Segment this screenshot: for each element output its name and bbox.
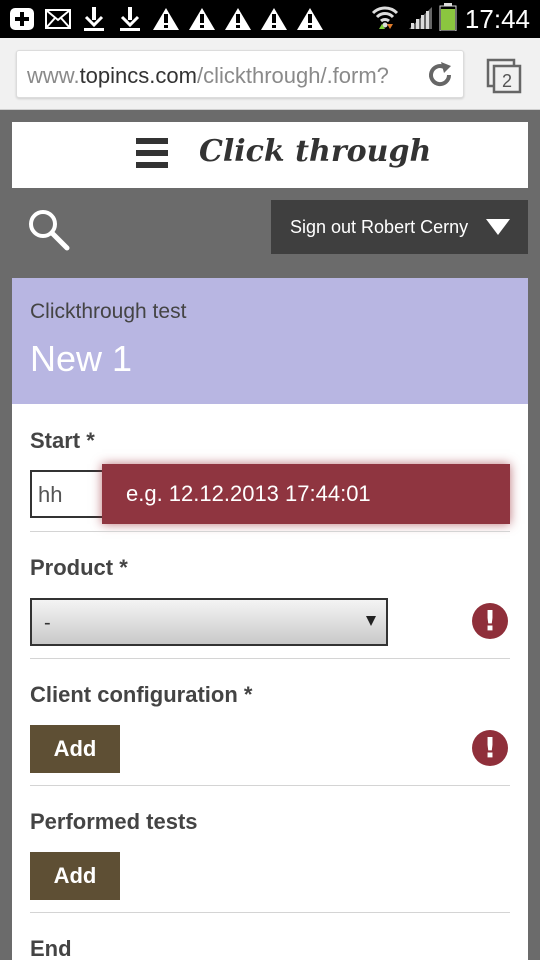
download-icon bbox=[80, 6, 108, 32]
divider bbox=[30, 658, 510, 659]
search-icon[interactable] bbox=[26, 207, 70, 251]
status-bar: 17:44 bbox=[0, 0, 540, 38]
app-header: Click through bbox=[12, 122, 528, 188]
notification-icons bbox=[8, 6, 332, 32]
add-box-icon bbox=[8, 6, 36, 32]
product-value: - bbox=[44, 612, 51, 634]
error-icon: ! bbox=[472, 603, 508, 639]
divider bbox=[30, 785, 510, 786]
browser-toolbar: www.topincs.com/clickthrough/.form? 2 bbox=[0, 38, 540, 110]
record-name: New 1 bbox=[30, 338, 133, 379]
warning-icon bbox=[260, 6, 288, 32]
url-text[interactable]: www.topincs.com/clickthrough/.form? bbox=[27, 63, 422, 89]
app-title[interactable]: Click through bbox=[199, 134, 431, 169]
tabs-button[interactable]: 2 bbox=[486, 58, 522, 94]
divider bbox=[30, 912, 510, 913]
sign-out-dropdown[interactable]: Sign out Robert Cerny bbox=[271, 200, 528, 254]
product-label: Product * bbox=[30, 555, 128, 580]
divider bbox=[30, 531, 510, 532]
tab-count: 2 bbox=[502, 71, 512, 91]
app-area: Click through Sign out Robert Cerny Clic… bbox=[0, 110, 540, 960]
battery-icon bbox=[439, 2, 457, 36]
wifi-icon bbox=[371, 5, 399, 34]
start-label: Start * bbox=[30, 428, 95, 453]
dropdown-arrow-icon bbox=[366, 616, 376, 626]
warning-icon bbox=[188, 6, 216, 32]
client-configuration-label: Client configuration * bbox=[30, 682, 253, 707]
reload-icon[interactable] bbox=[425, 60, 455, 90]
url-bar[interactable]: www.topincs.com/clickthrough/.form? bbox=[16, 50, 464, 98]
form-header: Clickthrough test New 1 bbox=[12, 278, 528, 404]
download-icon bbox=[116, 6, 144, 32]
signal-icon bbox=[407, 5, 433, 34]
product-select[interactable]: - bbox=[30, 598, 388, 646]
warning-icon bbox=[152, 6, 180, 32]
sign-out-label: Sign out Robert Cerny bbox=[290, 217, 469, 237]
menu-icon[interactable] bbox=[136, 138, 168, 172]
add-client-configuration-button[interactable]: Add bbox=[30, 725, 120, 773]
system-tray: 17:44 bbox=[371, 0, 530, 38]
performed-tests-label: Performed tests bbox=[30, 809, 198, 834]
clock: 17:44 bbox=[464, 3, 530, 34]
end-label: End bbox=[30, 936, 72, 960]
warning-icon bbox=[296, 6, 324, 32]
chevron-down-icon bbox=[486, 219, 510, 235]
start-hour-input[interactable]: hh bbox=[30, 470, 110, 518]
error-icon: ! bbox=[472, 730, 508, 766]
mail-icon bbox=[44, 6, 72, 32]
record-type: Clickthrough test bbox=[30, 300, 187, 323]
add-performed-test-button[interactable]: Add bbox=[30, 852, 120, 900]
form-card: Clickthrough test New 1 Start * hh e.g. … bbox=[12, 278, 528, 960]
start-hint-tooltip: e.g. 12.12.2013 17:44:01 bbox=[102, 464, 510, 524]
warning-icon bbox=[224, 6, 252, 32]
